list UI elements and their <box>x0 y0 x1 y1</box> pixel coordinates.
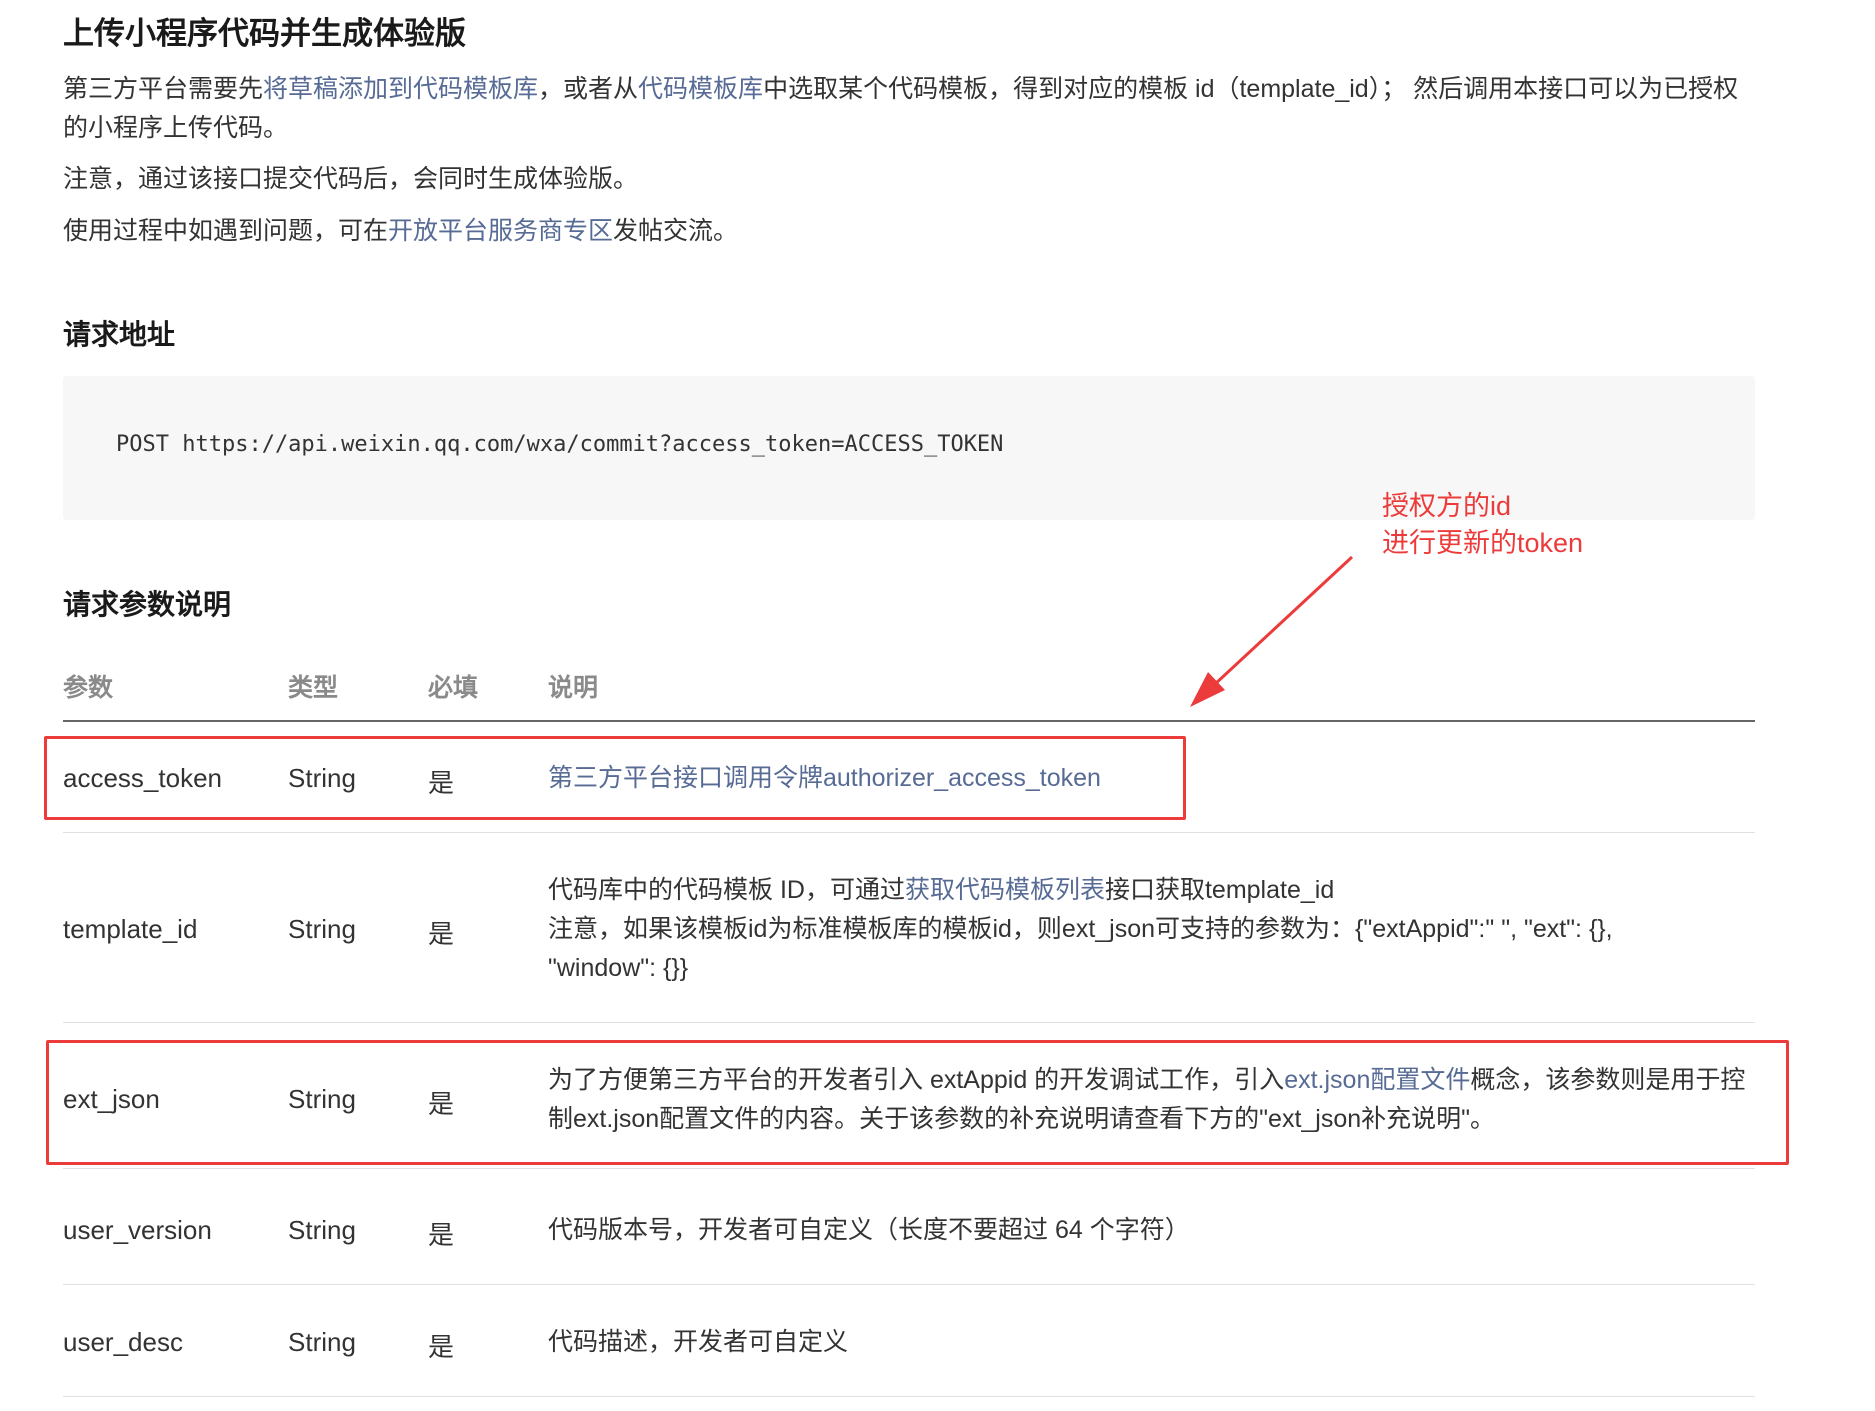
param-desc: 代码库中的代码模板 ID，可通过获取代码模板列表接口获取template_id 注… <box>548 871 1708 988</box>
column-header-type: 类型 <box>288 674 339 702</box>
params-heading: 请求参数说明 <box>63 589 232 620</box>
param-required: 是 <box>428 1220 455 1250</box>
table-row-divider <box>63 832 1755 833</box>
annotation-arrow-shaft <box>1212 555 1354 687</box>
param-name-template-id: template_id <box>63 914 198 944</box>
param-required: 是 <box>428 919 455 949</box>
annotation-arrow <box>1190 555 1354 707</box>
param-type: String <box>288 1327 356 1357</box>
table-row-divider <box>63 1168 1755 1169</box>
param-type: String <box>288 1215 356 1245</box>
param-name-user-desc: user_desc <box>63 1327 183 1357</box>
param-type: String <box>288 914 356 944</box>
annotation-arrow-head <box>1190 672 1225 707</box>
table-header-divider <box>63 720 1755 722</box>
get-template-list-link[interactable]: 获取代码模板列表 <box>905 876 1105 904</box>
param-desc-line: 代码库中的代码模板 ID，可通过获取代码模板列表接口获取template_id <box>548 871 1708 910</box>
table-row-divider <box>63 1284 1755 1285</box>
table-row-divider <box>63 1396 1755 1397</box>
desc-text: 接口获取template_id <box>1104 876 1335 904</box>
table-row-divider <box>63 1022 1755 1023</box>
param-desc: 代码版本号，开发者可自定义（长度不要超过 64 个字符） <box>548 1216 1190 1244</box>
column-header-required: 必填 <box>428 674 479 702</box>
param-name-user-version: user_version <box>63 1215 212 1245</box>
param-desc-note: 注意，如果该模板id为标准模板库的模板id，则ext_json可支持的参数为：{… <box>548 915 1613 982</box>
param-desc: 代码描述，开发者可自定义 <box>548 1328 849 1356</box>
highlight-box-ext-json <box>46 1040 1789 1165</box>
highlight-box-access-token <box>44 736 1186 820</box>
desc-text: 代码库中的代码模板 ID，可通过 <box>548 876 905 904</box>
column-header-description: 说明 <box>548 674 599 702</box>
param-required: 是 <box>428 1332 455 1362</box>
column-header-param: 参数 <box>63 674 114 702</box>
